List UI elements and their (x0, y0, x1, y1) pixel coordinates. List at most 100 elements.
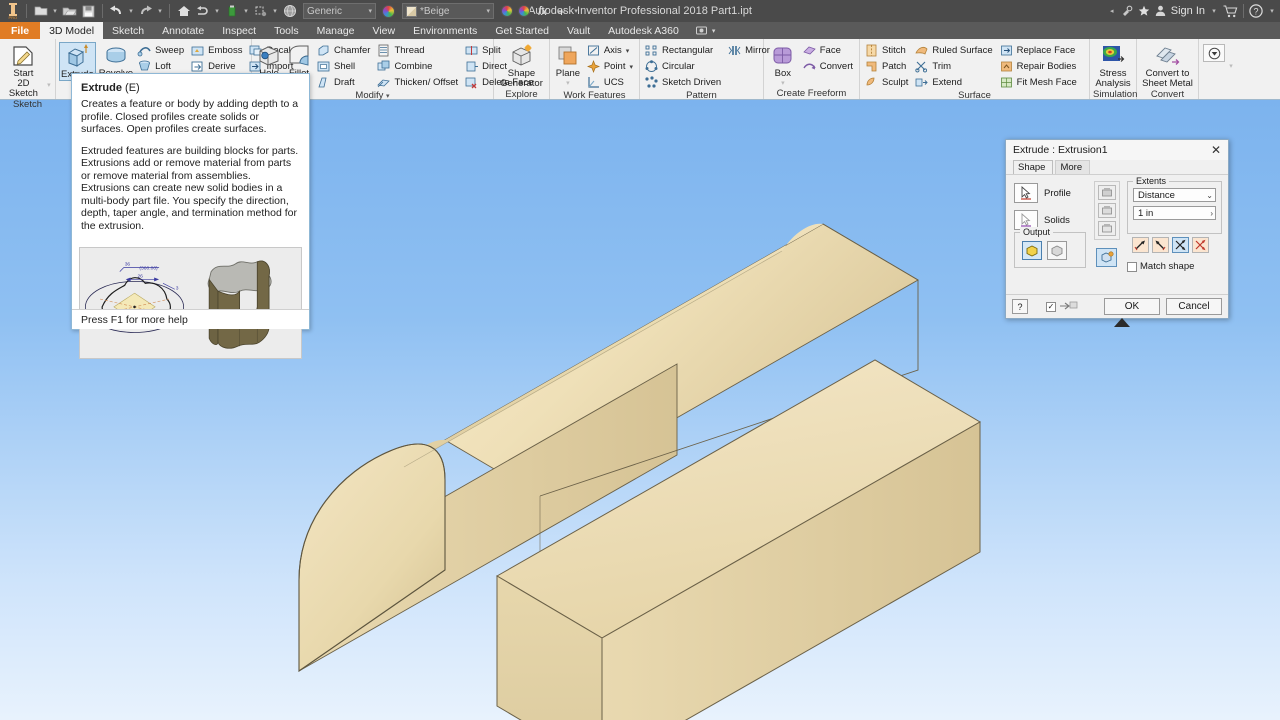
tab-view[interactable]: View (364, 22, 405, 39)
minimize-dialog-toggle[interactable]: ✓ (1046, 299, 1079, 314)
start-2d-sketch-dropdown-icon[interactable]: ▾ (46, 81, 52, 99)
convert-sheet-metal-button[interactable]: Convert to Sheet Metal (1140, 42, 1195, 89)
return-icon[interactable] (194, 2, 211, 20)
ribbon-tab-bar[interactable]: File 3D Model Sketch Annotate Inspect Tools Ma… (0, 22, 1280, 39)
direction-symmetric-button[interactable] (1172, 237, 1189, 253)
tab-bar-overflow-icon[interactable]: ▾ (688, 22, 724, 39)
stitch-button[interactable]: Stitch (863, 43, 911, 58)
replace-face-button[interactable]: Replace Face (998, 43, 1080, 58)
derive-button[interactable]: Derive (189, 59, 245, 74)
thicken-offset-button[interactable]: Thicken/ Offset (375, 75, 461, 90)
freeform-box-dropdown-icon[interactable]: ▾ (779, 79, 787, 87)
close-icon[interactable]: ✕ (1209, 143, 1223, 157)
open-folder-icon[interactable] (61, 2, 78, 20)
redo-dropdown-icon[interactable]: ▾ (156, 7, 164, 15)
add-to-qat-icon[interactable]: + (553, 2, 570, 20)
material-color-icon[interactable] (382, 4, 395, 18)
tab-environments[interactable]: Environments (404, 22, 486, 39)
person-icon[interactable] (1155, 5, 1166, 17)
match-shape-row[interactable]: Match shape (1127, 261, 1194, 272)
quick-access-toolbar[interactable]: PRO ▾ ▾ ▾ ▾ ▾ ▾ Generic ▾ *Beige ▾ fx + … (0, 2, 580, 20)
join-button[interactable] (1098, 185, 1116, 200)
dialog-tabs[interactable]: Shape More (1006, 160, 1228, 174)
emboss-button[interactable]: Emboss (189, 43, 245, 58)
direction-2-button[interactable] (1152, 237, 1169, 253)
material-combo[interactable]: Generic ▾ (303, 3, 376, 19)
appearance-combo[interactable]: *Beige ▾ (402, 3, 494, 19)
tab-get-started[interactable]: Get Started (486, 22, 558, 39)
start-2d-sketch-button[interactable]: Start 2D Sketch (3, 42, 44, 99)
thread-button[interactable]: Thread (375, 43, 461, 58)
tab-vault[interactable]: Vault (558, 22, 599, 39)
trim-button[interactable]: Trim (913, 59, 995, 74)
extend-button[interactable]: Extend (913, 75, 995, 90)
ucs-button[interactable]: UCS (585, 75, 636, 90)
shape-generator-button[interactable]: Shape Generator (497, 42, 546, 89)
tab-shape[interactable]: Shape (1013, 160, 1054, 174)
appearance-globe-icon[interactable] (281, 2, 298, 20)
direction-1-button[interactable] (1132, 237, 1149, 253)
boolean-button-stack[interactable] (1094, 181, 1120, 240)
new-file-dropdown-icon[interactable]: ▾ (51, 7, 59, 15)
tab-3d-model[interactable]: 3D Model (40, 22, 104, 39)
tab-tools[interactable]: Tools (265, 22, 308, 39)
direction-button-group[interactable] (1132, 237, 1209, 253)
distance-expand-icon[interactable]: › (1210, 209, 1213, 218)
cart-icon[interactable] (1223, 4, 1238, 18)
help-icon[interactable]: ? (1012, 299, 1028, 314)
profile-select-icon[interactable] (1014, 183, 1038, 203)
modify-panel-dropdown-icon[interactable]: ▾ (386, 93, 390, 100)
ribbon-overflow-dropdown-icon[interactable]: ▾ (1227, 62, 1235, 70)
rectangular-pattern-button[interactable]: Rectangular (643, 43, 724, 58)
redo-icon[interactable] (137, 2, 154, 20)
freeform-box-button[interactable]: Box ▾ (767, 42, 799, 87)
select-icon[interactable] (252, 2, 269, 20)
output-solid-button[interactable] (1022, 241, 1042, 260)
fit-mesh-face-button[interactable]: Fit Mesh Face (998, 75, 1080, 90)
appearance-dropdown-icon[interactable]: ▾ (486, 7, 490, 15)
new-solid-button[interactable] (1096, 248, 1117, 267)
axis-button[interactable]: Axis ▾ (585, 43, 636, 58)
sign-in-button[interactable]: Sign In (1171, 5, 1205, 17)
help-icon[interactable]: ? (1249, 4, 1263, 18)
chamfer-button[interactable]: Chamfer (315, 43, 373, 58)
tab-more[interactable]: More (1055, 160, 1091, 174)
home-icon[interactable] (175, 2, 192, 20)
minimize-dialog-checkbox[interactable]: ✓ (1046, 301, 1056, 312)
select-dropdown-icon[interactable]: ▾ (271, 7, 279, 15)
star-icon[interactable] (1138, 5, 1150, 17)
loft-button[interactable]: Loft (136, 59, 187, 74)
tab-manage[interactable]: Manage (308, 22, 364, 39)
ok-button[interactable]: OK (1104, 298, 1160, 315)
repair-bodies-button[interactable]: Repair Bodies (998, 59, 1080, 74)
clear-appearance-icon[interactable] (518, 5, 530, 17)
point-dropdown-icon[interactable]: ▾ (629, 63, 633, 71)
ribbon-overflow-icon[interactable] (1203, 44, 1225, 62)
search-help-icon[interactable] (1121, 5, 1133, 17)
sculpt-button[interactable]: Sculpt (863, 75, 911, 90)
cut-button[interactable] (1098, 203, 1116, 218)
tb-left-arrow-icon[interactable]: ◂ (1108, 7, 1116, 15)
material-dropdown-icon[interactable]: ▾ (368, 7, 372, 15)
undo-icon[interactable] (108, 2, 125, 20)
extents-combo[interactable]: Distance ⌄ (1133, 188, 1216, 202)
plane-button[interactable]: Plane ▾ (553, 42, 583, 87)
point-button[interactable]: Point ▾ (585, 59, 636, 74)
freeform-face-button[interactable]: Face (801, 43, 856, 58)
help-dropdown-icon[interactable]: ▾ (1268, 7, 1276, 15)
tab-autodesk-a360[interactable]: Autodesk A360 (599, 22, 688, 39)
match-shape-checkbox[interactable] (1127, 261, 1137, 272)
profile-row[interactable]: Profile (1014, 183, 1071, 203)
extrude-dialog[interactable]: Extrude : Extrusion1 ✕ Shape More Profil… (1005, 139, 1229, 327)
shell-button[interactable]: Shell (315, 59, 373, 74)
axis-dropdown-icon[interactable]: ▾ (626, 47, 630, 55)
chevron-down-icon[interactable]: ⌄ (1206, 191, 1213, 200)
undo-dropdown-icon[interactable]: ▾ (127, 7, 135, 15)
sketch-driven-pattern-button[interactable]: Sketch Driven (643, 75, 724, 90)
tab-file[interactable]: File (0, 22, 41, 39)
draft-button[interactable]: Draft (315, 75, 373, 90)
qat-overflow-icon[interactable]: ▾ (572, 7, 580, 15)
output-surface-button[interactable] (1047, 241, 1067, 260)
intersect-button[interactable] (1098, 221, 1116, 236)
tab-sketch[interactable]: Sketch (103, 22, 153, 39)
